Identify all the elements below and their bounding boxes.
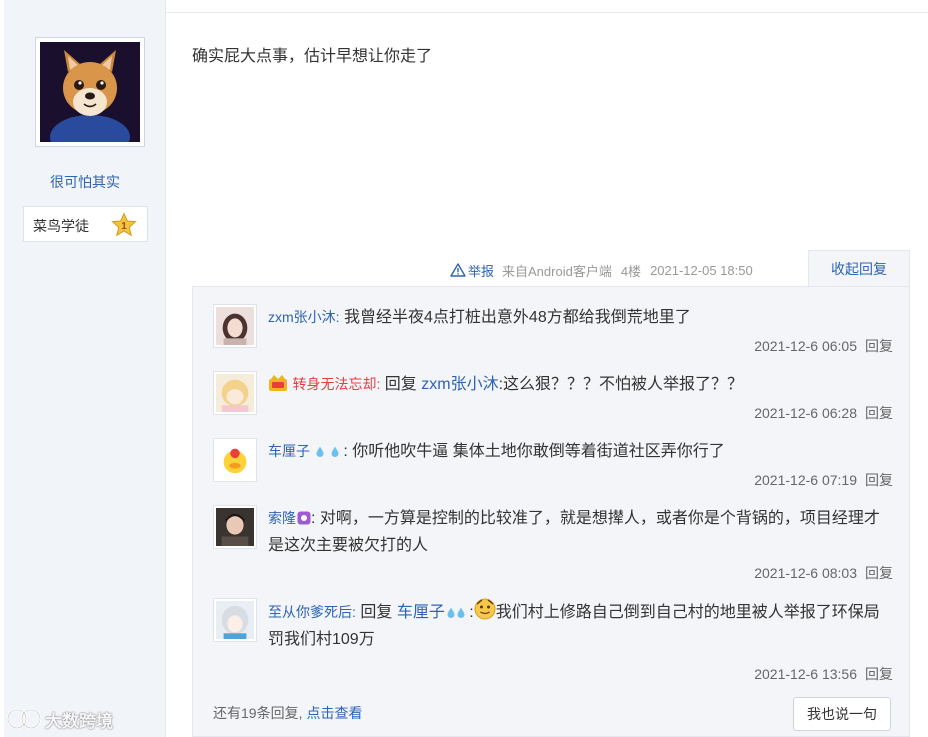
thread-page: 很可怕其实 菜鸟学徒 1 确实屁大点事，估计早想让你走了 举报 来自Androi… [0, 0, 928, 737]
reply-item: 车厘子 : 你听他吹牛逼 集体土地你敢倒等着街道社区弄你行了 2021-12-6… [213, 438, 893, 500]
reply-content: 你听他吹牛逼 集体土地你敢倒等着街道社区弄你行了 [352, 443, 725, 460]
post-meta: 举报 来自Android客户端 4楼 2021-12-05 18:50 [450, 260, 762, 280]
water-drop-icon [447, 607, 455, 618]
reply-text: 转身无法忘却: 回复 zxm张小沐:这么狠？？？不怕被人举报了？？ [268, 371, 892, 398]
reply-meta: 2021-12-6 06:05 回复 [754, 336, 893, 356]
avatar-image [216, 441, 254, 479]
reply-button[interactable]: 回复 [865, 472, 893, 488]
watermark: 大数跨境 [6, 706, 113, 732]
reply-user-suffix: : [343, 443, 348, 460]
reply-item: 索隆: 对啊，一方算是控制的比较准了，就是想撵人，或者你是个背锅的，项目经理才是… [213, 505, 893, 593]
reply-item: zxm张小沐: 我曾经半夜4点打桩出意外48方都给我倒荒地里了 2021-12-… [213, 304, 893, 366]
post-time: 2021-12-05 18:50 [650, 262, 753, 278]
reply-prefix: 回复 [360, 604, 393, 621]
reply-username[interactable]: 车厘子 [268, 443, 310, 459]
avatar-image [216, 374, 254, 412]
reply-button[interactable]: 回复 [865, 565, 893, 581]
reply-mention-link[interactable]: 车厘子 [397, 604, 445, 621]
reply-text: 至从你爹死后: 回复 车厘子 : 我们村上修路自己倒到自己村的地里被人举报了环保局… [268, 598, 892, 653]
avatar-image [216, 508, 254, 546]
level-name: 菜鸟学徒 [33, 218, 89, 234]
level-star-icon: 1 [111, 212, 137, 237]
level-number: 1 [121, 221, 127, 232]
report-link[interactable]: 举报 [450, 261, 494, 280]
reply-item: 至从你爹死后: 回复 车厘子 : 我们村上修路自己倒到自己村的地里被人举报了环保局… [213, 598, 893, 686]
member-badge-icon [297, 511, 311, 525]
reply-meta: 2021-12-6 06:28 回复 [754, 403, 893, 423]
post-floor: 4楼 [620, 263, 642, 279]
reply-item: 转身无法忘却: 回复 zxm张小沐:这么狠？？？不怕被人举报了？？ 2021-1… [213, 371, 893, 433]
reply-username[interactable]: zxm张小沐: [268, 309, 340, 325]
reply-panel: zxm张小沐: 我曾经半夜4点打桩出意外48方都给我倒荒地里了 2021-12-… [192, 286, 910, 737]
reply-button[interactable]: 回复 [865, 666, 893, 682]
avatar-image [216, 307, 254, 345]
author-sidebar: 很可怕其实 菜鸟学徒 1 [4, 0, 166, 737]
reply-avatar[interactable] [213, 505, 257, 549]
reply-mention-link[interactable]: zxm张小沐 [421, 376, 498, 393]
reply-avatar[interactable] [213, 438, 257, 482]
reply-meta: 2021-12-6 08:03 回复 [754, 563, 893, 583]
water-drop-icon [316, 446, 324, 457]
reply-time: 2021-12-6 08:03 [754, 565, 857, 581]
more-replies-count: 还有19条回复, [213, 705, 303, 721]
report-label: 举报 [468, 263, 495, 279]
author-avatar[interactable] [35, 37, 145, 147]
reply-time: 2021-12-6 06:28 [754, 405, 857, 421]
warning-icon [450, 263, 466, 277]
reply-button[interactable]: 回复 [865, 338, 893, 354]
level-badge[interactable]: 菜鸟学徒 1 [23, 206, 148, 242]
reply-text: 车厘子 : 你听他吹牛逼 集体土地你敢倒等着街道社区弄你行了 [268, 438, 892, 465]
reply-time: 2021-12-6 07:19 [754, 472, 857, 488]
post-content: 确实屁大点事，估计早想让你走了 [192, 48, 433, 65]
reply-button[interactable]: 回复 [865, 405, 893, 421]
reply-username[interactable]: 索隆 [268, 510, 296, 526]
reply-content: 对啊，一方算是控制的比较准了，就是想撵人，或者你是个背锅的，项目经理才是这次主要… [268, 510, 880, 554]
reply-meta: 2021-12-6 13:56 回复 [754, 664, 893, 684]
water-drop-icon [331, 446, 339, 457]
view-more-link[interactable]: 点击查看 [306, 705, 362, 721]
reply-avatar[interactable] [213, 371, 257, 415]
avatar-image [40, 42, 140, 142]
reply-prefix: 回复 [384, 376, 417, 393]
post-source: 来自Android客户端 [502, 263, 612, 279]
reply-user-suffix: : [311, 510, 316, 527]
author-name-link[interactable]: 很可怕其实 [4, 172, 166, 192]
reply-avatar[interactable] [213, 598, 257, 642]
reply-time: 2021-12-6 13:56 [754, 666, 857, 682]
reply-text: zxm张小沐: 我曾经半夜4点打桩出意外48方都给我倒荒地里了 [268, 304, 892, 331]
reply-avatar[interactable] [213, 304, 257, 348]
water-drop-icon [457, 607, 465, 618]
reply-meta: 2021-12-6 07:19 回复 [754, 470, 893, 490]
reply-content: 我曾经半夜4点打桩出意外48方都给我倒荒地里了 [344, 309, 691, 326]
vip-crown-icon [269, 375, 287, 391]
more-replies: 还有19条回复, 点击查看 [213, 703, 362, 723]
top-divider [166, 12, 928, 13]
reply-username[interactable]: 至从你爹死后: [268, 604, 356, 620]
add-comment-button[interactable]: 我也说一句 [793, 697, 891, 731]
watermark-text: 大数跨境 [45, 711, 113, 731]
reply-text: 索隆: 对啊，一方算是控制的比较准了，就是想撵人，或者你是个背锅的，项目经理才是… [268, 505, 892, 559]
watermark-logo-icon [6, 708, 42, 730]
emoji-face-icon [474, 598, 496, 620]
avatar-image [216, 601, 254, 639]
collapse-replies-button[interactable]: 收起回复 [808, 250, 910, 287]
reply-time: 2021-12-6 06:05 [754, 338, 857, 354]
reply-content: :这么狠？？？不怕被人举报了？？ [498, 376, 744, 393]
reply-username[interactable]: 转身无法忘却: [292, 376, 380, 392]
